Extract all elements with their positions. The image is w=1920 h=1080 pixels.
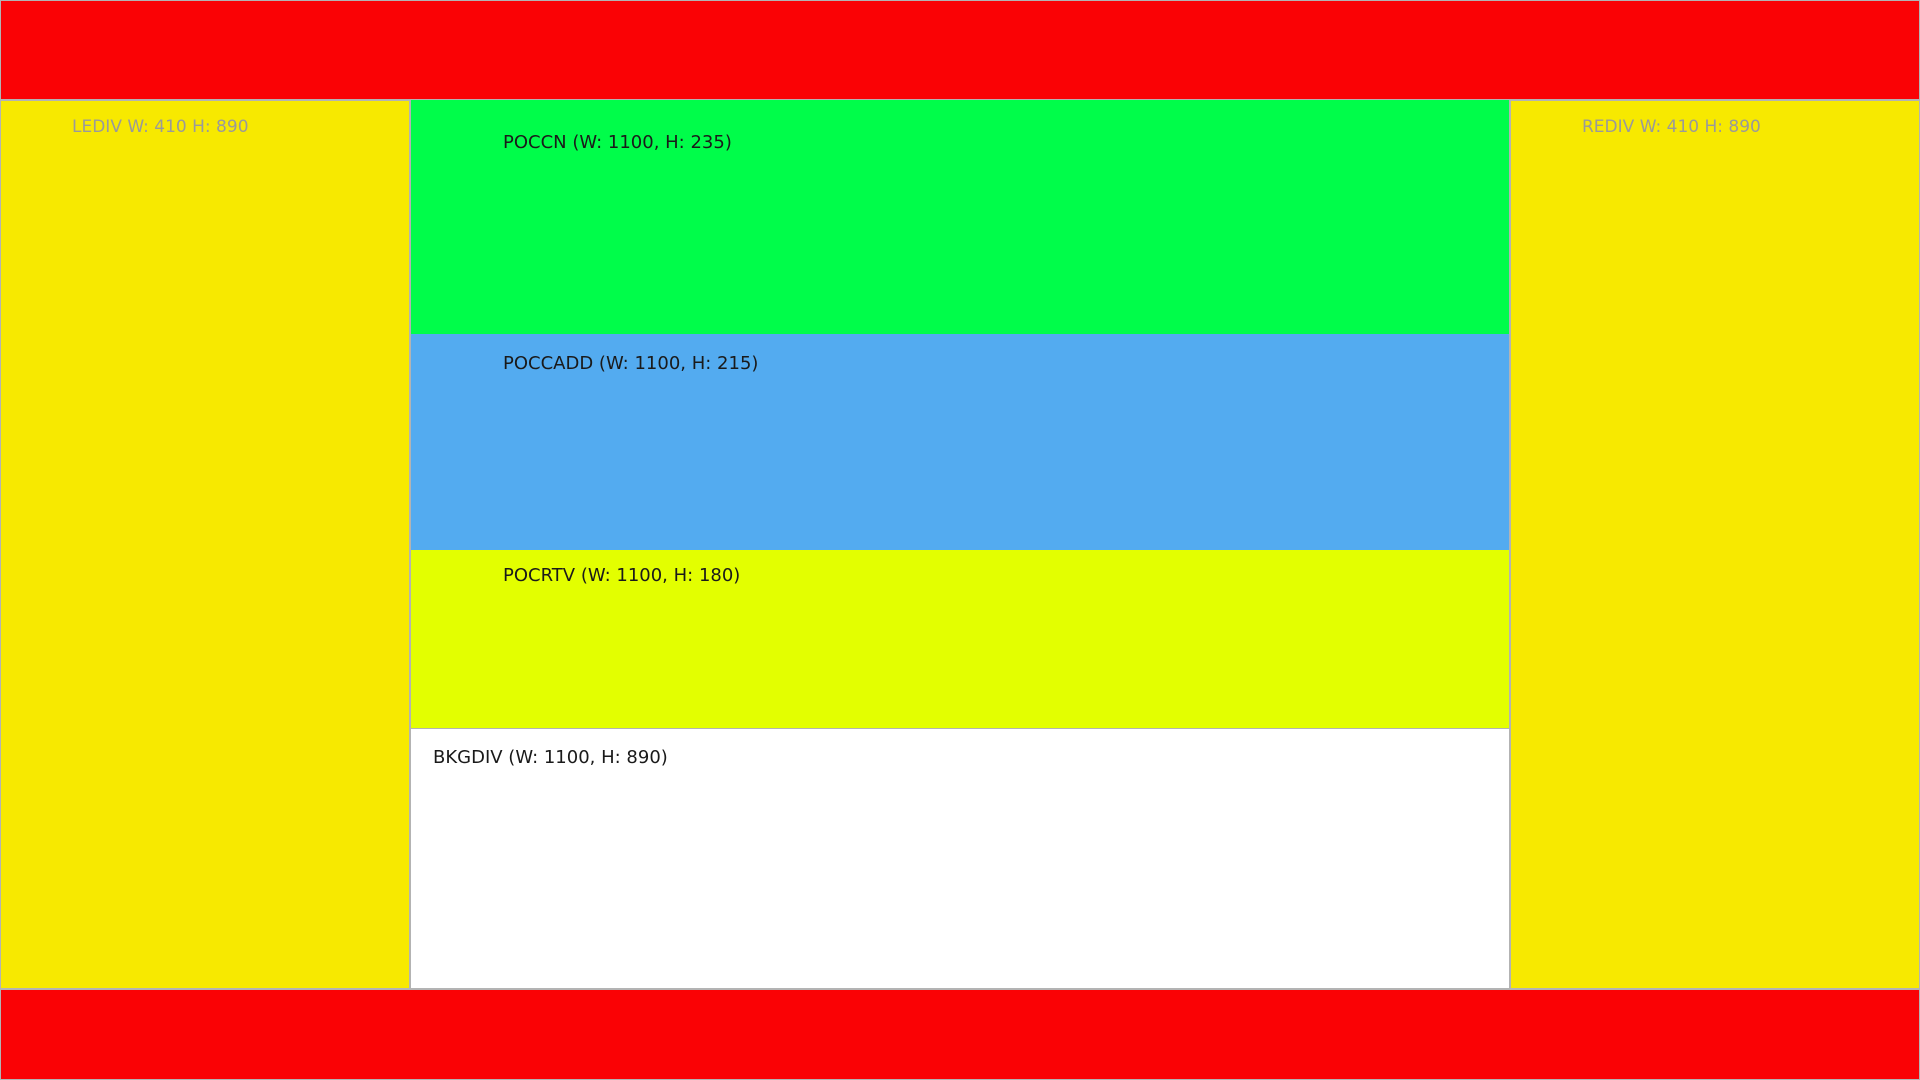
- bottom-band: [0, 989, 1920, 1080]
- pocrtv-label: POCRTV (W: 1100, H: 180): [503, 565, 741, 586]
- left-div-label: LEDIV W: 410 H: 890: [72, 117, 249, 137]
- layout-frame: LEDIV W: 410 H: 890 BKGDIV (W: 1100, H: …: [0, 0, 1920, 1080]
- right-div-label: REDIV W: 410 H: 890: [1582, 117, 1761, 137]
- left-div: LEDIV W: 410 H: 890: [0, 100, 410, 989]
- pocrtv-panel: POCRTV (W: 1100, H: 180): [410, 550, 1510, 729]
- poccadd-label: POCCADD (W: 1100, H: 215): [503, 353, 759, 374]
- bkgdiv-label: BKGDIV (W: 1100, H: 890): [433, 747, 668, 768]
- right-div: REDIV W: 410 H: 890: [1510, 100, 1920, 989]
- poccn-panel: POCCN (W: 1100, H: 235): [410, 100, 1510, 334]
- top-band: [0, 0, 1920, 100]
- poccn-label: POCCN (W: 1100, H: 235): [503, 132, 732, 153]
- poccadd-panel: POCCADD (W: 1100, H: 215): [410, 334, 1510, 550]
- center-column: BKGDIV (W: 1100, H: 890) POCCN (W: 1100,…: [410, 100, 1510, 989]
